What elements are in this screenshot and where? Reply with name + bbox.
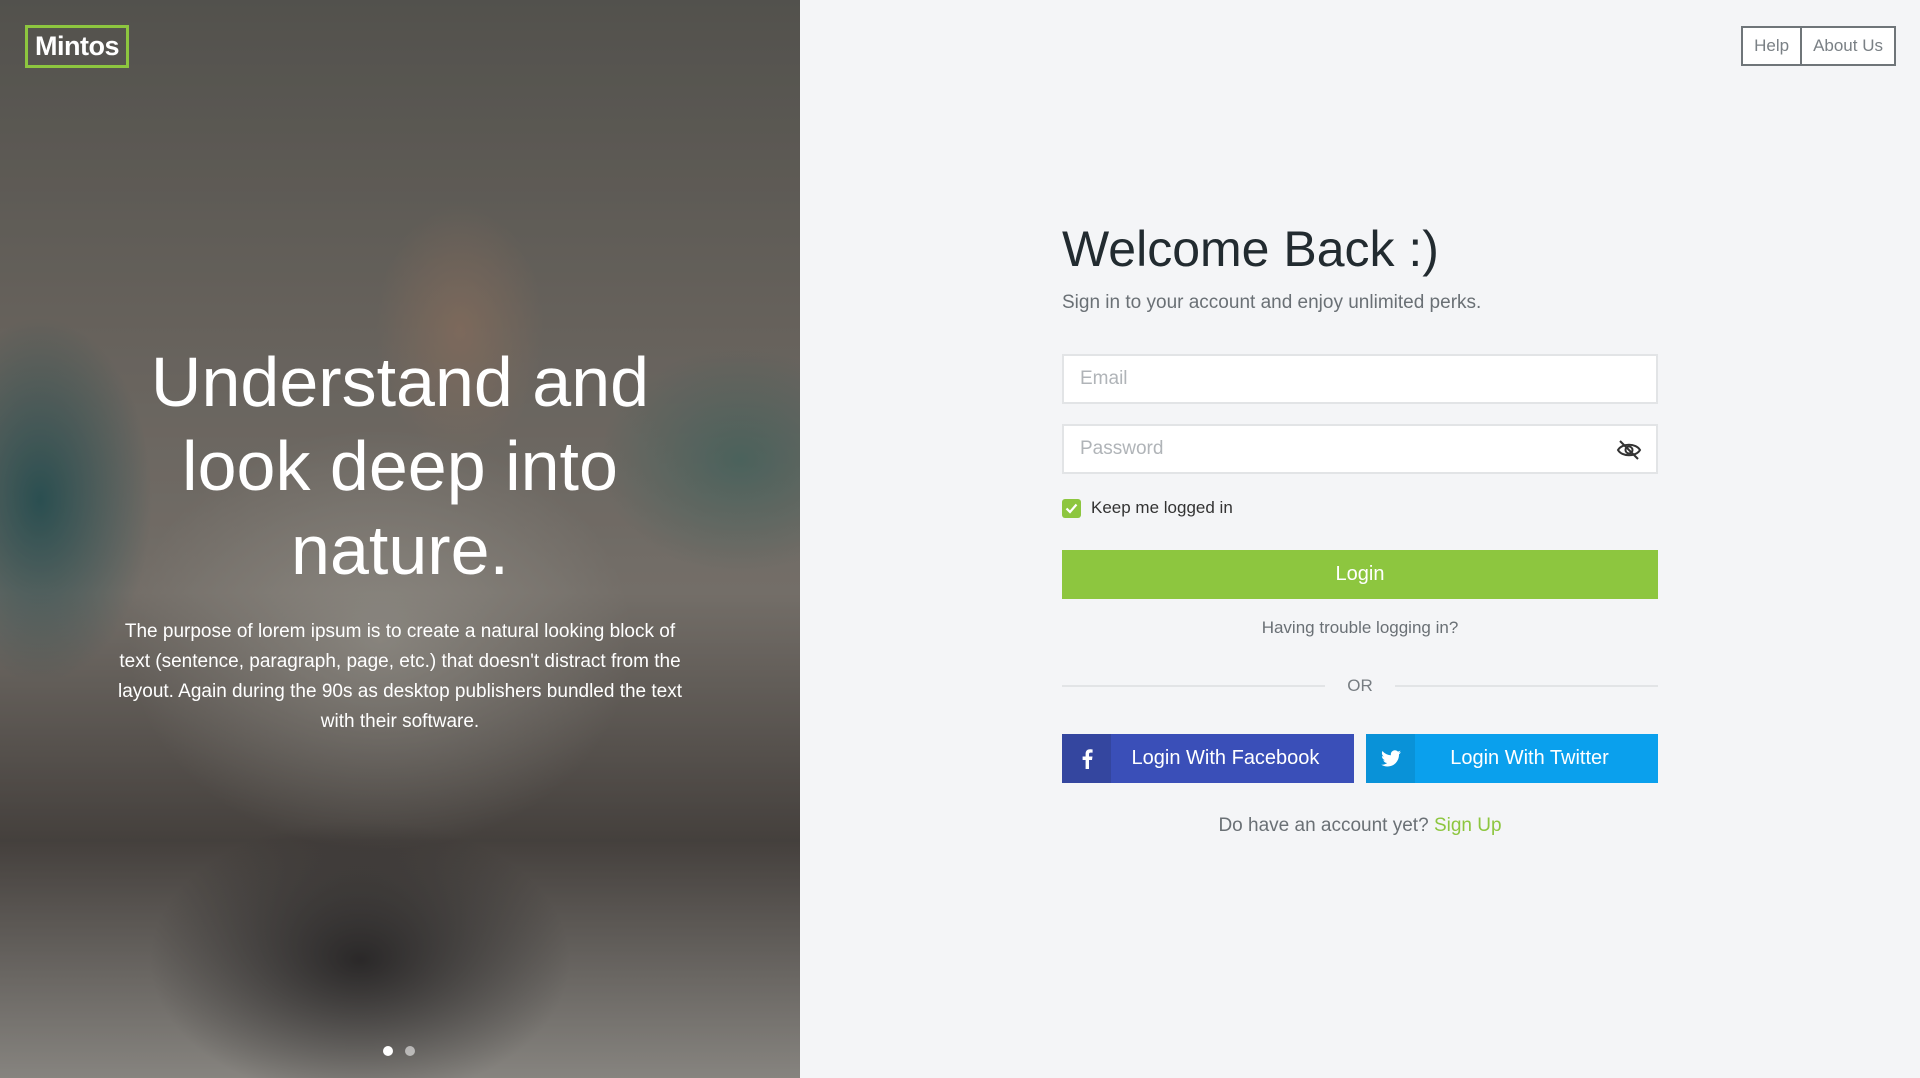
- email-input[interactable]: [1080, 368, 1640, 390]
- hero-panel: Mintos Understand and look deep into nat…: [0, 0, 800, 1078]
- hero-description: The purpose of lorem ipsum is to create …: [117, 621, 683, 732]
- brand-logo[interactable]: Mintos: [25, 25, 129, 68]
- divider-line-right: [1394, 685, 1658, 687]
- facebook-login-button[interactable]: Login With Facebook: [1062, 734, 1354, 783]
- carousel-dots: [383, 1046, 415, 1056]
- remember-label: Keep me logged in: [1091, 498, 1233, 517]
- email-field-wrapper: [1062, 354, 1658, 404]
- password-input[interactable]: [1080, 438, 1640, 460]
- top-nav: Help About Us: [1741, 26, 1896, 66]
- facebook-icon: [1062, 734, 1111, 783]
- eye-slash-icon[interactable]: [1616, 438, 1642, 462]
- about-us-button[interactable]: About Us: [1802, 26, 1896, 66]
- carousel-dot-1[interactable]: [383, 1046, 393, 1056]
- page-subtitle: Sign in to your account and enjoy unlimi…: [1062, 292, 1482, 313]
- twitter-login-label: Login With Twitter: [1450, 747, 1609, 769]
- remember-checkbox[interactable]: [1062, 498, 1081, 518]
- help-button[interactable]: Help: [1741, 26, 1803, 66]
- twitter-login-button[interactable]: Login With Twitter: [1366, 734, 1658, 783]
- hero-title: Understand and look deep into nature.: [150, 343, 650, 589]
- divider-label: OR: [1347, 676, 1373, 695]
- check-icon: [1065, 503, 1078, 514]
- twitter-icon: [1366, 734, 1415, 783]
- divider-line-left: [1062, 685, 1326, 687]
- remember-me[interactable]: Keep me logged in: [1062, 498, 1658, 518]
- signup-link[interactable]: Sign Up: [1434, 815, 1502, 836]
- signup-prompt-text: Do have an account yet?: [1218, 815, 1429, 836]
- carousel-dot-2[interactable]: [405, 1046, 415, 1056]
- login-form: Welcome Back :) Sign in to your account …: [1062, 218, 1658, 837]
- signup-prompt: Do have an account yet? Sign Up: [1062, 815, 1658, 837]
- login-button[interactable]: Login: [1062, 550, 1658, 599]
- or-divider: OR: [1062, 676, 1658, 696]
- trouble-logging-in-link[interactable]: Having trouble logging in?: [1062, 618, 1658, 638]
- page-title: Welcome Back :): [1062, 221, 1439, 277]
- facebook-login-label: Login With Facebook: [1131, 747, 1320, 769]
- password-field-wrapper: [1062, 424, 1658, 474]
- social-login-group: Login With Facebook Login With Twitter: [1062, 734, 1658, 783]
